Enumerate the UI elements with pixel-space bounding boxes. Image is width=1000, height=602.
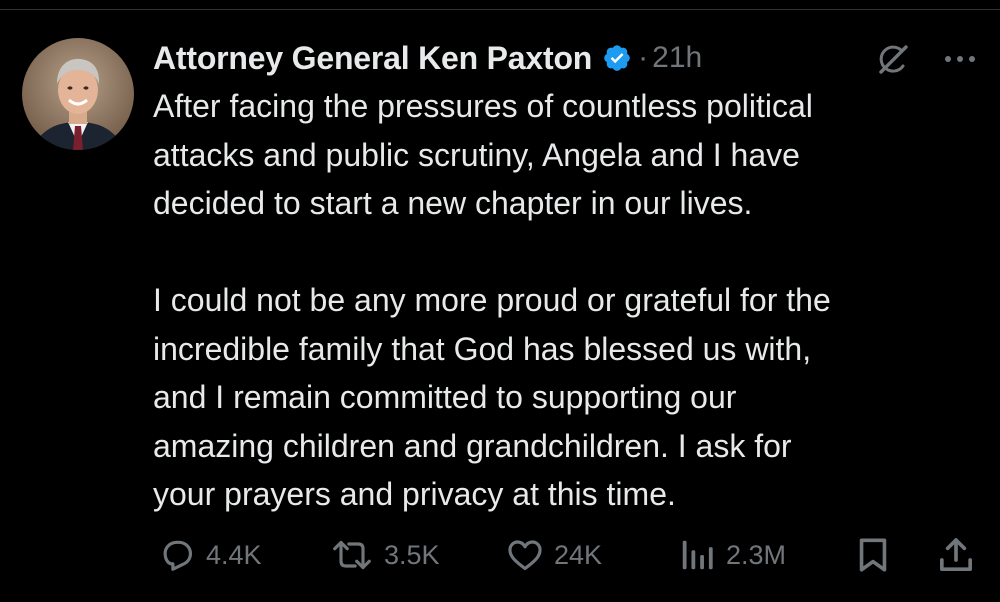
verified-badge-icon[interactable] <box>602 43 632 73</box>
reply-count: 4.4K <box>206 539 262 570</box>
repost-button[interactable]: 3.5K <box>330 530 440 580</box>
tweet-text-line: your prayers and privacy at this time. <box>153 476 676 512</box>
share-icon <box>940 538 972 571</box>
tweet-text-line: decided to start a new chapter in our li… <box>153 185 753 221</box>
reply-icon <box>163 540 193 571</box>
tweet-text-line: and I remain committed to supporting our <box>153 379 737 415</box>
more-icon[interactable] <box>940 44 980 74</box>
like-button[interactable]: 24K <box>506 530 602 580</box>
tweet-timestamp[interactable]: 21h <box>652 41 702 75</box>
tweet-text-line: incredible family that God has blessed u… <box>153 330 812 367</box>
bookmark-button[interactable] <box>855 530 891 580</box>
tweet-text-line: After facing the pressures of countless … <box>153 88 813 124</box>
top-divider <box>0 0 1000 10</box>
avatar[interactable] <box>22 38 134 150</box>
bookmark-icon <box>859 538 887 572</box>
avatar-image <box>22 38 134 150</box>
repost-icon <box>333 540 371 570</box>
share-button[interactable] <box>936 530 976 580</box>
header-separator: · <box>638 41 649 74</box>
repost-count: 3.5K <box>384 539 440 570</box>
views-button[interactable]: 2.3M <box>678 530 786 580</box>
heart-icon <box>508 540 542 571</box>
reply-button[interactable]: 4.4K <box>158 530 262 580</box>
views-count: 2.3M <box>726 539 787 570</box>
tweet-actions: 4.4K 3.5K 24K 2.3M <box>0 530 1000 580</box>
tweet-text-line: amazing children and grandchildren. I as… <box>153 427 792 464</box>
like-count: 24K <box>554 539 603 570</box>
author-name[interactable]: Attorney General Ken Paxton <box>153 40 592 77</box>
views-icon <box>682 540 713 570</box>
tweet-text-line: I could not be any more proud or gratefu… <box>153 282 831 318</box>
tweet-header: Attorney General Ken Paxton · 21h <box>153 34 702 82</box>
paragraph-break <box>153 228 983 277</box>
tweet-text: After facing the pressures of countless … <box>153 82 983 519</box>
grok-icon[interactable] <box>873 40 913 80</box>
tweet-text-line: attacks and public scrutiny, Angela and … <box>153 136 800 173</box>
